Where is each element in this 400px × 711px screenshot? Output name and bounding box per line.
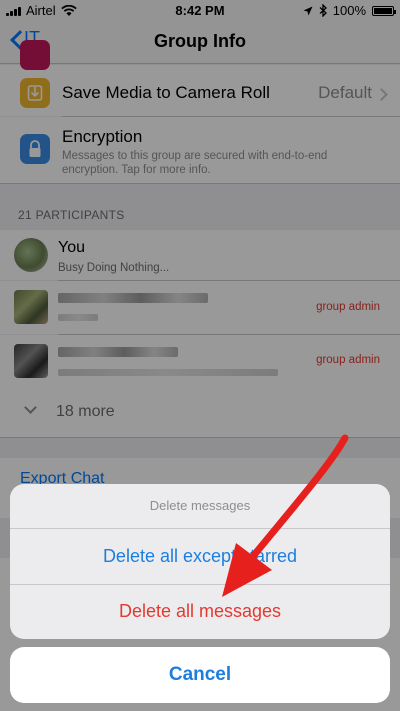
delete-all-messages-button[interactable]: Delete all messages [10, 585, 390, 637]
action-sheet-title: Delete messages [149, 498, 251, 513]
delete-all-except-starred-button[interactable]: Delete all except starred [10, 530, 390, 582]
sheet-divider [10, 528, 390, 529]
cancel-button[interactable]: Cancel [10, 647, 390, 703]
action-sheet: Delete messages Delete all except starre… [10, 484, 390, 639]
